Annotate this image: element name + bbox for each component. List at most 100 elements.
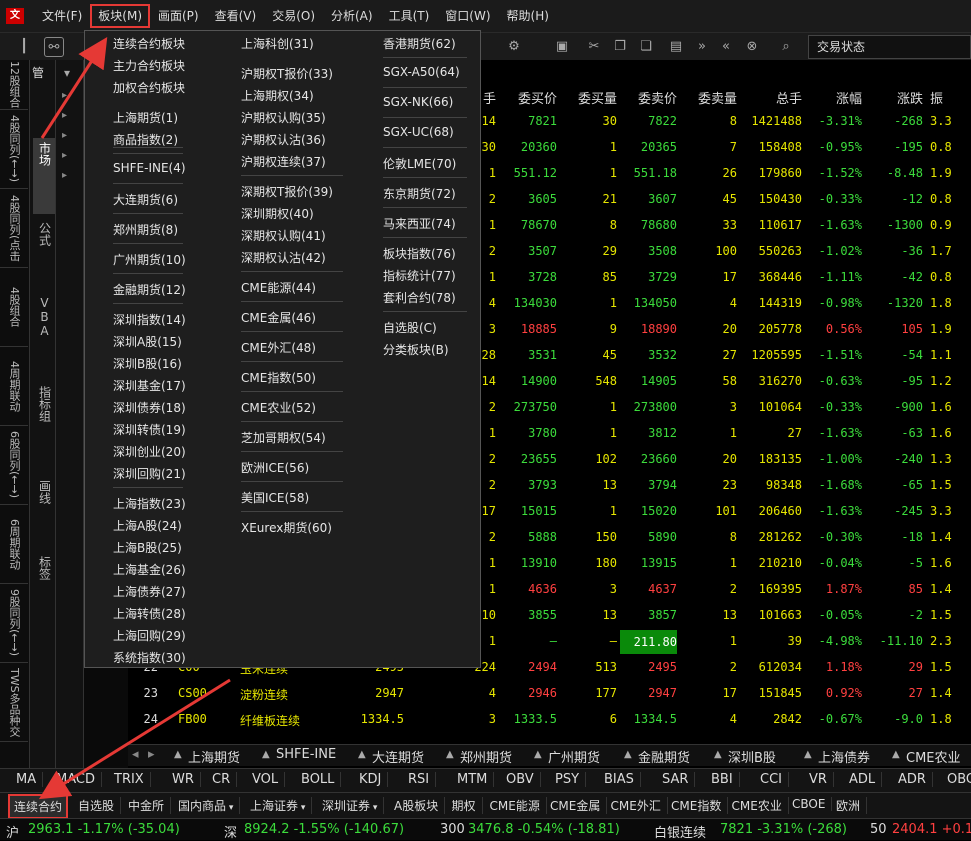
category-tab[interactable]: A股板块 (394, 797, 446, 814)
indicator-vol[interactable]: VOL (246, 772, 286, 787)
dropdown-menu-item[interactable]: 上海A股(24) (113, 517, 182, 534)
indicator-wr[interactable]: WR (166, 772, 201, 787)
category-tab[interactable]: CME农业 (732, 797, 789, 814)
tab-formula[interactable]: 公式 (33, 218, 55, 272)
dropdown-menu-item[interactable]: SHFE-INE(4) (113, 161, 186, 175)
column-header[interactable]: 涨跌 (866, 88, 923, 110)
category-tab[interactable]: 自选股 (78, 797, 122, 814)
indicator-adl[interactable]: ADL (843, 772, 883, 787)
dropdown-menu-item[interactable]: 上海基金(26) (113, 561, 186, 578)
layout-tab[interactable]: 6股同列(←→) (0, 426, 28, 505)
dropdown-menu-item[interactable]: 芝加哥期权(54) (241, 429, 326, 446)
category-tab[interactable]: CME指数 (671, 797, 729, 814)
dropdown-menu-item[interactable]: 分类板块(B) (383, 341, 449, 358)
dropdown-menu-item[interactable]: 大连期货(6) (113, 191, 178, 208)
tab-drawing[interactable]: 画线 (33, 476, 55, 520)
layout-tab[interactable]: 6周期联动 (0, 505, 28, 584)
indicator-rsi[interactable]: RSI (402, 772, 437, 787)
sector-tab[interactable]: 深圳B股 (728, 747, 776, 766)
tab-labels[interactable]: 标签 (33, 552, 55, 596)
dropdown-menu-item[interactable]: 自选股(C) (383, 319, 437, 336)
dropdown-menu-item[interactable]: 深圳B股(16) (113, 355, 182, 372)
layout-tab[interactable]: 4周期联动 (0, 347, 28, 426)
dropdown-menu-item[interactable]: 上海指数(23) (113, 495, 186, 512)
dropdown-menu-item[interactable]: 深圳期权(40) (241, 205, 314, 222)
indicator-psy[interactable]: PSY (549, 772, 587, 787)
category-tab[interactable]: CME金属 (550, 797, 608, 814)
column-header[interactable]: 委买价 (500, 88, 557, 110)
dropdown-menu-item[interactable]: 深期权认沽(42) (241, 249, 326, 266)
indicator-cci[interactable]: CCI (754, 772, 789, 787)
indicator-trix[interactable]: TRIX (108, 772, 151, 787)
dropdown-menu-item[interactable]: 上海期权(34) (241, 87, 314, 104)
dropdown-menu-item[interactable]: 深期权认购(41) (241, 227, 326, 244)
dropdown-menu-item[interactable]: SGX-UC(68) (383, 125, 454, 139)
dropdown-menu-item[interactable]: 东京期货(72) (383, 185, 456, 202)
category-tab[interactable]: 期权 (452, 797, 483, 814)
dropdown-menu-item[interactable]: 沪期权连续(37) (241, 153, 326, 170)
menu-item[interactable]: 文件(F) (34, 4, 90, 28)
link-icon[interactable]: ⚯ (44, 37, 64, 57)
dropdown-menu-item[interactable]: 板块指数(76) (383, 245, 456, 262)
dropdown-menu-item[interactable]: 沪期权认购(35) (241, 109, 326, 126)
sector-tab[interactable]: CME农业 (906, 747, 961, 766)
dropdown-menu-item[interactable]: 郑州期货(8) (113, 221, 178, 238)
dropdown-menu-item[interactable]: 深圳创业(20) (113, 443, 186, 460)
save-icon[interactable]: ▣ (552, 37, 572, 57)
sector-tab[interactable]: SHFE-INE (276, 747, 336, 762)
dropdown-menu-item[interactable]: XEurex期货(60) (241, 519, 332, 536)
dropdown-menu-item[interactable]: 沪期权T报价(33) (241, 65, 333, 82)
indicator-bias[interactable]: BIAS (598, 772, 641, 787)
indicator-kdj[interactable]: KDJ (353, 772, 389, 787)
cursor-icon[interactable]: ┃ (14, 37, 34, 57)
indicator-sar[interactable]: SAR (656, 772, 696, 787)
sector-tab[interactable]: 金融期货 (638, 747, 690, 766)
menu-item[interactable]: 板块(M) (90, 4, 150, 28)
dropdown-menu-item[interactable]: 深圳基金(17) (113, 377, 186, 394)
cut-icon[interactable]: ✂ (584, 37, 604, 57)
menu-item[interactable]: 查看(V) (207, 4, 265, 28)
dropdown-menu-item[interactable]: 深圳A股(15) (113, 333, 182, 350)
dropdown-menu-item[interactable]: 上海回购(29) (113, 627, 186, 644)
layout-tab[interactable]: TWS多品种交 (0, 663, 28, 742)
tab-indicator-group[interactable]: 指标组 (33, 382, 55, 442)
category-tab[interactable]: CME能源 (490, 797, 547, 814)
indicator-cr[interactable]: CR (206, 772, 238, 787)
column-header[interactable]: 委卖价 (620, 88, 677, 110)
dropdown-menu-item[interactable]: 深期权T报价(39) (241, 183, 333, 200)
dropdown-menu-item[interactable]: 马来西亚(74) (383, 215, 456, 232)
dropdown-menu-item[interactable]: 上海科创(31) (241, 35, 314, 52)
dropdown-menu-item[interactable]: CME外汇(48) (241, 339, 316, 356)
category-tab[interactable]: 上海证券 ▾ (250, 797, 313, 814)
category-tab[interactable]: 深圳证券 ▾ (322, 797, 385, 814)
indicator-bbi[interactable]: BBI (705, 772, 740, 787)
close-circle-icon[interactable]: ⊗ (742, 37, 762, 57)
category-tab[interactable]: 连续合约 (8, 794, 69, 819)
back-icon[interactable]: « (716, 37, 736, 57)
column-header[interactable]: 涨幅 (805, 88, 862, 110)
dropdown-menu-item[interactable]: CME金属(46) (241, 309, 316, 326)
tab-market[interactable]: 市场 (33, 138, 55, 214)
paste-icon[interactable]: ❏ (636, 37, 656, 57)
sector-tab[interactable]: 上海期货 (188, 747, 240, 766)
indicator-boll[interactable]: BOLL (295, 772, 342, 787)
tab-vba[interactable]: VBA (33, 292, 55, 352)
dropdown-menu-item[interactable]: 美国ICE(58) (241, 489, 309, 506)
dropdown-menu-item[interactable]: 系统指数(30) (113, 649, 186, 666)
menu-item[interactable]: 窗口(W) (437, 4, 498, 28)
category-tab[interactable]: 欧洲 (836, 797, 868, 814)
dropdown-menu-item[interactable]: 香港期货(62) (383, 35, 456, 52)
menu-item[interactable]: 帮助(H) (499, 4, 557, 28)
copy-icon[interactable]: ❐ (610, 37, 630, 57)
dropdown-menu-item[interactable]: CME农业(52) (241, 399, 316, 416)
layout-tab[interactable]: 4股组合 (0, 268, 28, 347)
dropdown-menu-item[interactable]: 深圳回购(21) (113, 465, 186, 482)
layout-tab[interactable]: 4股同列(←→) (0, 110, 28, 189)
category-tab[interactable]: CME外汇 (611, 797, 668, 814)
sector-tab[interactable]: 广州期货 (548, 747, 600, 766)
column-header[interactable]: 总手 (740, 88, 802, 110)
dropdown-menu-item[interactable]: 深圳转债(19) (113, 421, 186, 438)
dropdown-menu-item[interactable]: 金融期货(12) (113, 281, 186, 298)
menu-item[interactable]: 分析(A) (323, 4, 381, 28)
dropdown-menu-item[interactable]: 主力合约板块 (113, 57, 185, 74)
